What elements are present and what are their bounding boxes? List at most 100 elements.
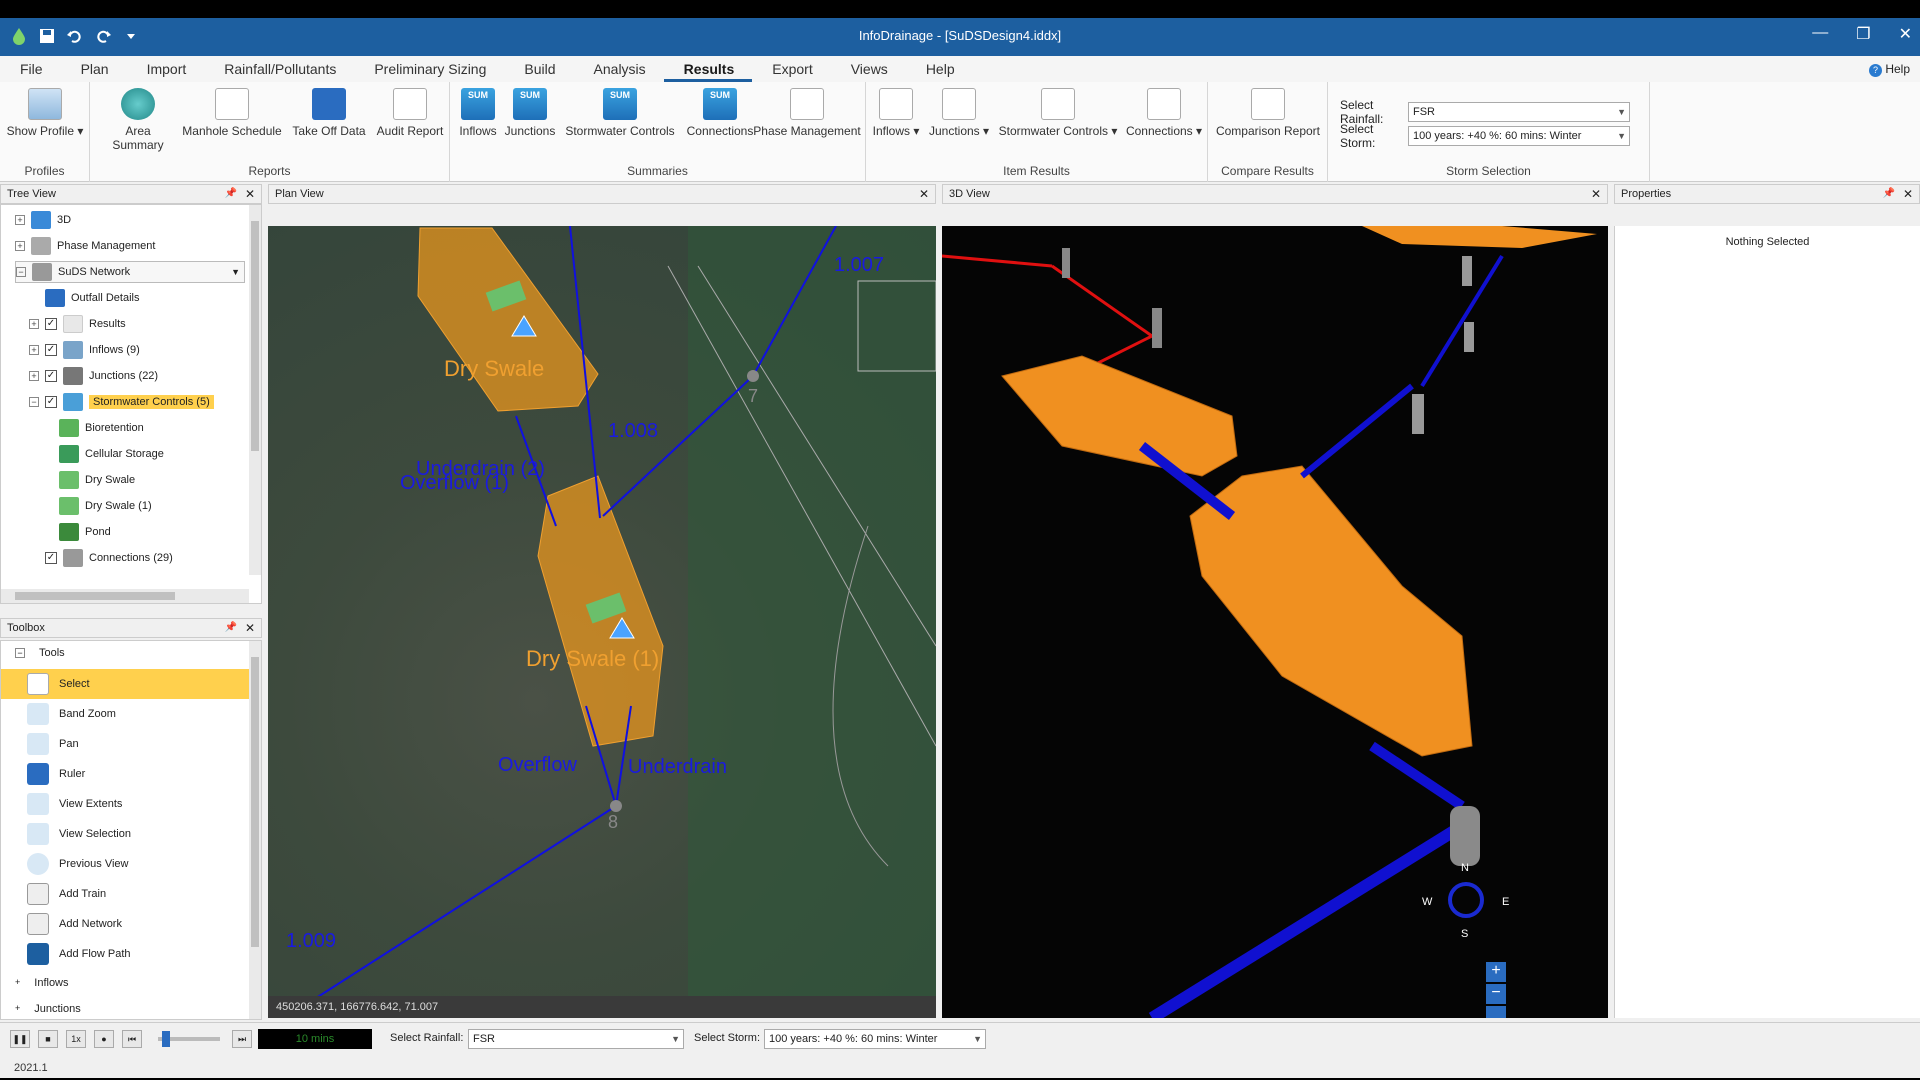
- tool-view-selection[interactable]: View Selection: [1, 819, 249, 849]
- stop-icon[interactable]: ■: [38, 1030, 58, 1048]
- zoom-extents-icon[interactable]: [1486, 1006, 1506, 1018]
- dry-swale-3d[interactable]: [1001, 355, 1238, 477]
- checkbox-checked[interactable]: ✓: [45, 552, 57, 564]
- junction-node-7[interactable]: [747, 370, 759, 382]
- minimize-icon[interactable]: —: [1812, 24, 1828, 44]
- skip-back-icon[interactable]: ⏮: [122, 1030, 142, 1048]
- tree-item-outfall-details[interactable]: Outfall Details: [45, 287, 139, 309]
- tree-item-junctions[interactable]: + ✓ Junctions (22): [29, 365, 158, 387]
- timeline-slider[interactable]: [158, 1031, 220, 1047]
- show-profile-button[interactable]: Show Profile ▾: [6, 88, 84, 138]
- tree-item-suds-network[interactable]: − SuDS Network ▼: [15, 261, 245, 283]
- help-button[interactable]: ? Help: [1868, 62, 1910, 77]
- tree-vertical-scrollbar[interactable]: [249, 205, 261, 575]
- pin-icon[interactable]: 📌: [225, 185, 237, 203]
- tree-item-inflows[interactable]: + ✓ Inflows (9): [29, 339, 140, 361]
- summary-junctions-button[interactable]: SUM Junctions: [502, 88, 558, 138]
- menu-export[interactable]: Export: [752, 56, 830, 82]
- tool-pan[interactable]: Pan: [1, 729, 249, 759]
- menu-help[interactable]: Help: [906, 56, 973, 82]
- tool-select[interactable]: Select: [1, 669, 249, 699]
- plan-map[interactable]: [268, 226, 936, 1018]
- tree-item-dry-swale-1[interactable]: Dry Swale (1): [59, 495, 152, 517]
- expand-icon[interactable]: +: [29, 345, 39, 355]
- skip-forward-icon[interactable]: ⏭: [232, 1030, 252, 1048]
- tree-item-3d[interactable]: +3D: [15, 209, 71, 231]
- menu-build[interactable]: Build: [504, 56, 573, 82]
- expand-icon[interactable]: +: [15, 215, 25, 225]
- area-summary-button[interactable]: Area Summary: [98, 88, 178, 152]
- checkbox-checked[interactable]: ✓: [45, 370, 57, 382]
- item-junctions-button[interactable]: Junctions ▾: [926, 88, 992, 138]
- expand-icon[interactable]: +: [15, 241, 25, 251]
- rainfall-select[interactable]: FSR ▼: [1408, 102, 1630, 122]
- tree-item-pond[interactable]: Pond: [59, 521, 111, 543]
- item-stormwater-controls-button[interactable]: Stormwater Controls ▾: [994, 88, 1122, 138]
- dry-swale-polygon[interactable]: [417, 227, 599, 412]
- bottom-storm-select[interactable]: 100 years: +40 %: 60 mins: Winter ▼: [764, 1029, 986, 1049]
- menu-analysis[interactable]: Analysis: [574, 56, 664, 82]
- pin-icon[interactable]: 📌: [225, 619, 237, 637]
- tree-horizontal-scrollbar[interactable]: [1, 589, 249, 603]
- summary-connections-button[interactable]: SUM Connections: [680, 88, 760, 138]
- tree-item-cellular-storage[interactable]: Cellular Storage: [59, 443, 164, 465]
- close-icon[interactable]: ✕: [1899, 24, 1912, 44]
- tool-band-zoom[interactable]: Band Zoom: [1, 699, 249, 729]
- tree-item-results[interactable]: + ✓ Results: [29, 313, 126, 335]
- audit-report-button[interactable]: Audit Report: [372, 88, 448, 138]
- manhole-schedule-button[interactable]: Manhole Schedule: [182, 88, 282, 138]
- phase-management-button[interactable]: Phase Management: [750, 88, 864, 138]
- scroll-thumb[interactable]: [251, 657, 259, 947]
- menu-results[interactable]: Results: [663, 56, 753, 82]
- zoom-out-icon[interactable]: −: [1486, 984, 1506, 1004]
- checkbox-checked[interactable]: ✓: [45, 396, 57, 408]
- pipe-1009[interactable]: [287, 805, 617, 1017]
- slider-handle[interactable]: [162, 1031, 170, 1047]
- summary-stormwater-controls-button[interactable]: SUM Stormwater Controls: [560, 88, 680, 138]
- expand-icon[interactable]: +: [29, 371, 39, 381]
- view-3d-canvas[interactable]: N W E S + −: [942, 226, 1608, 1018]
- zoom-in-icon[interactable]: +: [1486, 962, 1506, 982]
- close-icon[interactable]: ✕: [1591, 185, 1601, 203]
- restore-icon[interactable]: ❐: [1856, 24, 1870, 44]
- close-icon[interactable]: ✕: [919, 185, 929, 203]
- take-off-data-button[interactable]: Take Off Data: [288, 88, 370, 138]
- dry-swale-3d-top[interactable]: [1362, 226, 1597, 248]
- compass[interactable]: N W E S: [1422, 862, 1512, 942]
- checkbox-checked[interactable]: ✓: [45, 344, 57, 356]
- storm-select[interactable]: 100 years: +40 %: 60 mins: Winter ▼: [1408, 126, 1630, 146]
- collapse-icon[interactable]: −: [15, 648, 25, 658]
- tool-ruler[interactable]: Ruler: [1, 759, 249, 789]
- tree-item-dry-swale[interactable]: Dry Swale: [59, 469, 135, 491]
- expand-icon[interactable]: +: [15, 1003, 20, 1015]
- bottom-rainfall-select[interactable]: FSR ▼: [468, 1029, 684, 1049]
- item-inflows-button[interactable]: Inflows ▾: [870, 88, 922, 138]
- tool-add-network[interactable]: Add Network: [1, 909, 249, 939]
- menu-import[interactable]: Import: [127, 56, 205, 82]
- pin-icon[interactable]: 📌: [1883, 185, 1895, 203]
- record-icon[interactable]: ●: [94, 1030, 114, 1048]
- comparison-report-button[interactable]: Comparison Report: [1212, 88, 1324, 138]
- menu-preliminary-sizing[interactable]: Preliminary Sizing: [354, 56, 504, 82]
- tool-add-flow-path[interactable]: Add Flow Path: [1, 939, 249, 969]
- collapse-icon[interactable]: −: [29, 397, 39, 407]
- junctions-section[interactable]: + Junctions: [15, 1003, 81, 1015]
- tools-section[interactable]: − Tools: [15, 647, 65, 659]
- toolbox-vertical-scrollbar[interactable]: [249, 641, 261, 1019]
- tree-item-connections[interactable]: +✓Connections (29): [29, 547, 173, 569]
- menu-plan[interactable]: Plan: [61, 56, 127, 82]
- collapse-icon[interactable]: −: [16, 267, 26, 277]
- summary-inflows-button[interactable]: SUM Inflows: [456, 88, 500, 138]
- inflows-section[interactable]: + Inflows: [15, 977, 69, 989]
- close-icon[interactable]: ✕: [245, 619, 255, 637]
- tree-item-stormwater-controls[interactable]: − ✓ Stormwater Controls (5): [29, 391, 214, 413]
- junction-node-8[interactable]: [610, 800, 622, 812]
- plan-view-canvas[interactable]: Dry Swale Dry Swale (1) 1.007 1.008 1.00…: [268, 226, 936, 1018]
- scroll-thumb[interactable]: [15, 592, 175, 600]
- tool-previous-view[interactable]: Previous View: [1, 849, 249, 879]
- expand-icon[interactable]: +: [15, 977, 20, 989]
- pause-icon[interactable]: ❚❚: [10, 1030, 30, 1048]
- close-icon[interactable]: ✕: [1903, 185, 1913, 203]
- speed-button[interactable]: 1x: [66, 1030, 86, 1048]
- chevron-down-icon[interactable]: ▼: [231, 267, 240, 277]
